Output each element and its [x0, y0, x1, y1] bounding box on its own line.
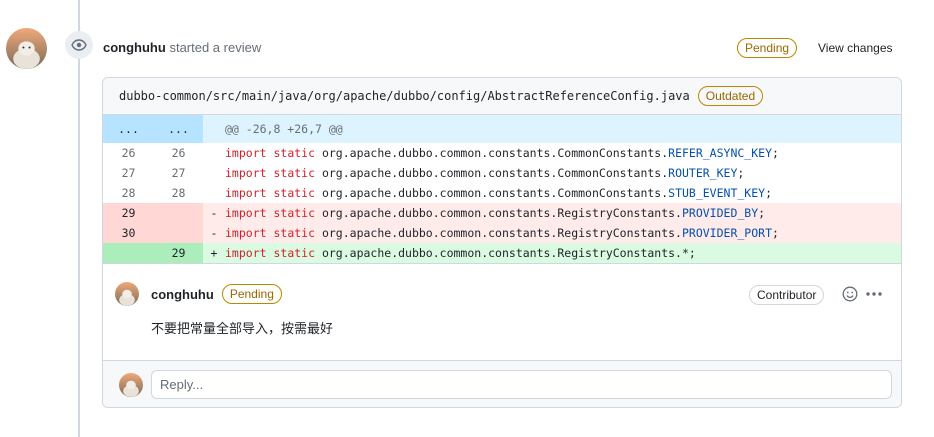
new-line-number [154, 223, 203, 243]
diff-line-deleted: 30 - import static org.apache.dubbo.comm… [103, 223, 901, 243]
new-line-number[interactable]: 26 [154, 143, 203, 163]
reply-area [103, 360, 901, 407]
diff-sign: - [210, 206, 218, 220]
avatar[interactable] [6, 28, 47, 69]
diff-view: ... ... @@ -26,8 +26,7 @@ 26 26 import s… [103, 115, 901, 263]
review-action: started a review [169, 40, 262, 55]
diff-sign [203, 163, 225, 183]
diff-line-deleted: 29 - import static org.apache.dubbo.comm… [103, 203, 901, 223]
diff-line: 26 26 import static org.apache.dubbo.com… [103, 143, 901, 163]
new-line-number [154, 203, 203, 223]
old-line-number[interactable]: 27 [103, 163, 154, 183]
old-line-number[interactable]: 28 [103, 183, 154, 203]
hunk-expand-new[interactable]: ... [154, 115, 203, 143]
review-eye-badge [65, 31, 93, 59]
file-header: dubbo-common/src/main/java/org/apache/du… [103, 78, 901, 115]
review-header: conghuhu started a review [103, 38, 261, 58]
view-changes-link[interactable]: View changes [818, 39, 893, 57]
review-author[interactable]: conghuhu [103, 40, 166, 55]
eye-icon [71, 39, 87, 51]
avatar[interactable] [119, 372, 143, 397]
old-line-number[interactable]: 30 [103, 223, 154, 243]
avatar-image [6, 28, 47, 69]
old-line-number[interactable]: 29 [103, 203, 154, 223]
add-reaction-button[interactable] [841, 285, 859, 303]
code-line: import static org.apache.dubbo.common.co… [225, 166, 745, 180]
diff-sign: + [210, 246, 218, 260]
code-line: import static org.apache.dubbo.common.co… [225, 206, 766, 220]
comment-options-button[interactable] [863, 285, 885, 303]
diff-sign [203, 183, 225, 203]
review-thread: dubbo-common/src/main/java/org/apache/du… [102, 77, 902, 408]
pending-badge: Pending [737, 38, 798, 58]
hunk-expand-old[interactable]: ... [103, 115, 154, 143]
new-line-number[interactable]: 28 [154, 183, 203, 203]
hunk-header-text: @@ -26,8 +26,7 @@ [225, 122, 343, 136]
code-line: import static org.apache.dubbo.common.co… [225, 226, 779, 240]
new-line-number[interactable]: 27 [154, 163, 203, 183]
comment-author[interactable]: conghuhu [151, 287, 214, 302]
smiley-icon [842, 286, 858, 302]
diff-line: 28 28 import static org.apache.dubbo.com… [103, 183, 901, 203]
avatar[interactable] [115, 282, 139, 306]
diff-line: 27 27 import static org.apache.dubbo.com… [103, 163, 901, 183]
pending-badge: Pending [221, 284, 282, 304]
review-comment: conghuhu Pending Contributor 不要把常量全部导入，按… [103, 263, 901, 359]
avatar-image [115, 282, 139, 306]
reply-input[interactable] [151, 370, 892, 399]
new-line-number[interactable]: 29 [154, 243, 203, 263]
avatar-image [119, 372, 143, 397]
code-line: import static org.apache.dubbo.common.co… [225, 246, 696, 260]
comment-body: 不要把常量全部导入，按需最好 [151, 321, 334, 336]
old-line-number [103, 243, 154, 263]
diff-sign: - [210, 226, 218, 240]
file-path[interactable]: dubbo-common/src/main/java/org/apache/du… [119, 89, 690, 103]
old-line-number[interactable]: 26 [103, 143, 154, 163]
outdated-badge: Outdated [697, 86, 764, 106]
kebab-horizontal-icon [866, 292, 882, 296]
diff-line-added: 29 + import static org.apache.dubbo.comm… [103, 243, 901, 263]
contributor-badge: Contributor [749, 285, 825, 305]
code-line: import static org.apache.dubbo.common.co… [225, 146, 779, 160]
timeline-line [78, 0, 80, 437]
diff-sign [203, 143, 225, 163]
diff-hunk-header: ... ... @@ -26,8 +26,7 @@ [103, 115, 901, 143]
code-line: import static org.apache.dubbo.common.co… [225, 186, 773, 200]
